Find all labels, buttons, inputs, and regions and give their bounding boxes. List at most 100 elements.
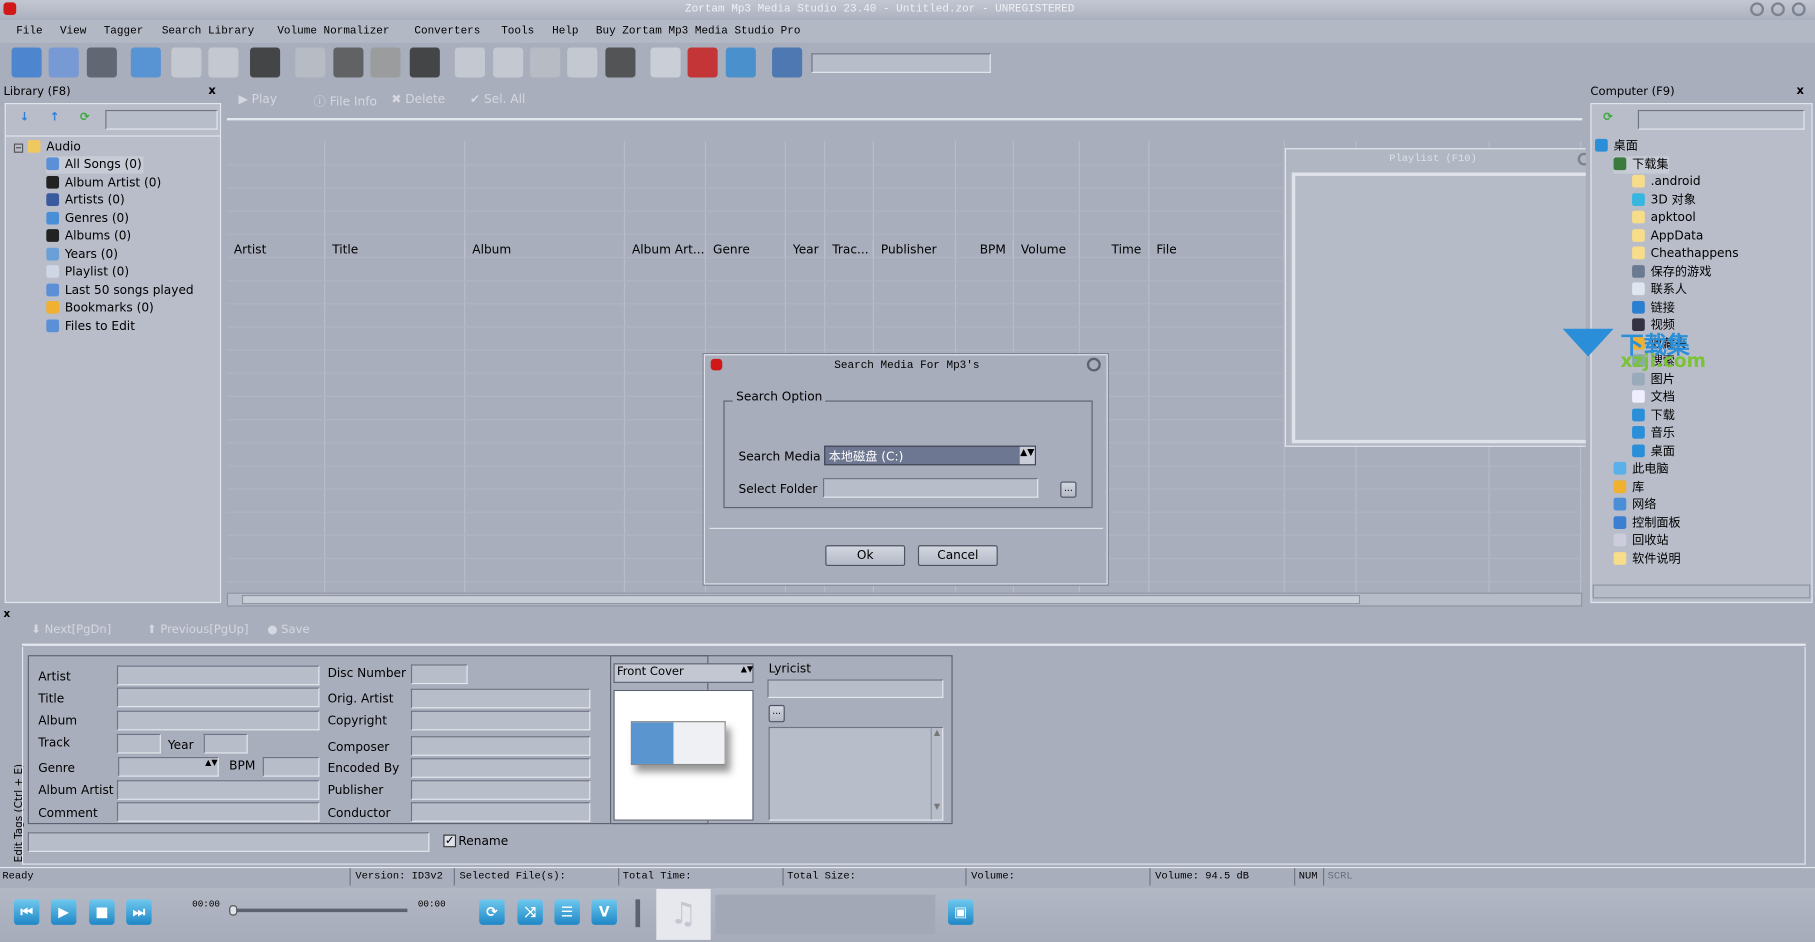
previous-track-button[interactable]: ⏮: [13, 899, 40, 925]
music-convert-icon[interactable]: [725, 47, 756, 78]
ok-button[interactable]: Ok: [825, 545, 906, 567]
lyricist-input[interactable]: [767, 679, 944, 698]
library-item-audio[interactable]: − Audio: [13, 139, 81, 156]
computer-tree-item[interactable]: .android: [1632, 174, 1701, 191]
scrollbar-thumb[interactable]: [241, 594, 1361, 605]
menu-help[interactable]: Help: [552, 24, 578, 37]
tree-scrollbar[interactable]: [1592, 584, 1811, 599]
computer-tree-item[interactable]: 回收站: [1613, 532, 1669, 549]
library-item[interactable]: Albums (0): [46, 228, 131, 245]
menu-buy-zortam-mp3-media-studio-pro[interactable]: Buy Zortam Mp3 Media Studio Pro: [596, 24, 801, 37]
computer-tree-item[interactable]: 网络: [1613, 497, 1656, 514]
computer-tree-item[interactable]: Cheathappens: [1632, 245, 1739, 262]
batch-edit-icon[interactable]: [370, 47, 401, 78]
previous-button[interactable]: ⬆ Previous[PgUp]: [147, 624, 248, 637]
computer-tree-item[interactable]: 联系人: [1632, 281, 1687, 298]
computer-tree-item[interactable]: 库: [1613, 479, 1644, 496]
computer-tree-item[interactable]: 保存的游戏: [1632, 263, 1711, 280]
seek-slider[interactable]: [229, 905, 408, 916]
lyrics-browse-button[interactable]: ...: [768, 704, 785, 723]
drive-select[interactable]: [1637, 109, 1805, 130]
lyrics-textarea[interactable]: ▲ ▼: [768, 726, 944, 821]
next-button[interactable]: ⬇ Next[PgDn]: [31, 624, 111, 637]
magnifier-icon[interactable]: [208, 47, 239, 78]
minimize-button[interactable]: [1750, 2, 1765, 17]
library-item[interactable]: Album Artist (0): [46, 174, 161, 191]
cover-art-image[interactable]: [613, 689, 754, 821]
library-item[interactable]: Playlist (0): [46, 264, 129, 281]
browse-folder-button[interactable]: ...: [1060, 481, 1077, 498]
library-item[interactable]: Artists (0): [46, 192, 125, 209]
document-icon[interactable]: [454, 47, 485, 78]
cancel-button[interactable]: Cancel: [917, 545, 998, 567]
library-item[interactable]: Bookmarks (0): [46, 300, 154, 317]
menu-converters[interactable]: Converters: [414, 24, 480, 37]
new-file-icon[interactable]: [11, 47, 42, 78]
library-item[interactable]: Genres (0): [46, 210, 129, 227]
computer-tree-item[interactable]: 此电脑: [1613, 461, 1669, 478]
repeat-button[interactable]: ⟳: [479, 899, 505, 925]
computer-tree-item[interactable]: 3D 对象: [1632, 192, 1696, 209]
conductor-input[interactable]: [410, 802, 591, 822]
stop-button[interactable]: ■: [89, 899, 115, 925]
menu-search-library[interactable]: Search Library: [162, 24, 254, 37]
sort-down-icon[interactable]: ↓: [20, 111, 30, 124]
library-item[interactable]: Last 50 songs played: [46, 282, 194, 299]
lyrics-scrollbar[interactable]: ▲ ▼: [930, 728, 943, 820]
shuffle-button[interactable]: ⤨: [517, 899, 543, 925]
filename-input[interactable]: [27, 832, 430, 852]
library-close-button[interactable]: x: [208, 84, 215, 97]
computer-tree-item[interactable]: 文档: [1632, 389, 1675, 406]
computer-tree-item[interactable]: 桌面: [1595, 138, 1638, 155]
horizontal-scrollbar[interactable]: [226, 592, 1583, 607]
orig-artist-input[interactable]: [410, 688, 591, 709]
seek-slider-thumb[interactable]: [229, 905, 238, 916]
mini-player-button[interactable]: ▣: [947, 899, 974, 925]
menu-file[interactable]: File: [16, 24, 42, 37]
play-button[interactable]: ▶ Play: [238, 93, 277, 107]
bpm-input[interactable]: [262, 757, 320, 777]
computer-close-button[interactable]: x: [1796, 84, 1803, 97]
save-button[interactable]: ● Save: [267, 624, 309, 637]
computer-tree-item[interactable]: 图片: [1632, 371, 1675, 388]
volume-slider[interactable]: [635, 899, 641, 928]
computer-tree-item[interactable]: 软件说明: [1613, 550, 1681, 567]
visualizer-button[interactable]: V: [591, 899, 617, 925]
dialog-close-button[interactable]: [1086, 357, 1101, 372]
select-folder-input[interactable]: [822, 478, 1039, 498]
track-input[interactable]: [116, 733, 161, 754]
ipod-icon[interactable]: [493, 47, 524, 78]
library-item[interactable]: Files to Edit: [46, 318, 135, 335]
computer-tree-item[interactable]: 视频: [1632, 317, 1675, 334]
play-track-button[interactable]: ▶: [50, 899, 77, 925]
youtube-icon[interactable]: [409, 47, 440, 78]
computer-tree-item[interactable]: 收藏夹: [1632, 335, 1687, 352]
computer-tree-item[interactable]: 桌面: [1632, 443, 1675, 460]
next-track-button[interactable]: ⏭: [126, 899, 152, 925]
close-button[interactable]: [1791, 2, 1806, 17]
computer-tree-item[interactable]: 链接: [1632, 299, 1675, 316]
playlist-content[interactable]: [1291, 172, 1591, 444]
save-icon[interactable]: [86, 47, 117, 78]
youtube-mp3-icon[interactable]: [687, 47, 718, 78]
delete-button[interactable]: ✖ Delete: [391, 93, 445, 107]
computer-tree-item[interactable]: 搜索: [1632, 353, 1675, 370]
menu-volume-normalizer[interactable]: Volume Normalizer: [277, 24, 389, 37]
search-folder-icon[interactable]: [130, 47, 161, 78]
menu-view[interactable]: View: [60, 24, 86, 37]
computer-tree-item[interactable]: 下载集: [1613, 155, 1669, 174]
collapse-icon[interactable]: −: [13, 143, 24, 153]
cd-ripper-icon[interactable]: [650, 47, 681, 78]
menu-tagger[interactable]: Tagger: [104, 24, 144, 37]
tag-editor-close-button[interactable]: x: [3, 609, 10, 621]
music-file-icon[interactable]: [567, 47, 598, 78]
playlist-view-button[interactable]: ☰: [554, 899, 580, 925]
select-all-button[interactable]: ✔ Sel. All: [470, 93, 525, 107]
cd-music-icon[interactable]: [530, 47, 561, 78]
computer-tree-item[interactable]: 下载: [1632, 407, 1675, 424]
artist-photo-icon[interactable]: [295, 47, 326, 78]
settings-icon[interactable]: [772, 47, 803, 78]
refresh-icon[interactable]: ⟳: [80, 111, 90, 124]
refresh-icon[interactable]: ⟳: [1603, 111, 1613, 124]
rename-checkbox[interactable]: ✓: [443, 834, 457, 848]
